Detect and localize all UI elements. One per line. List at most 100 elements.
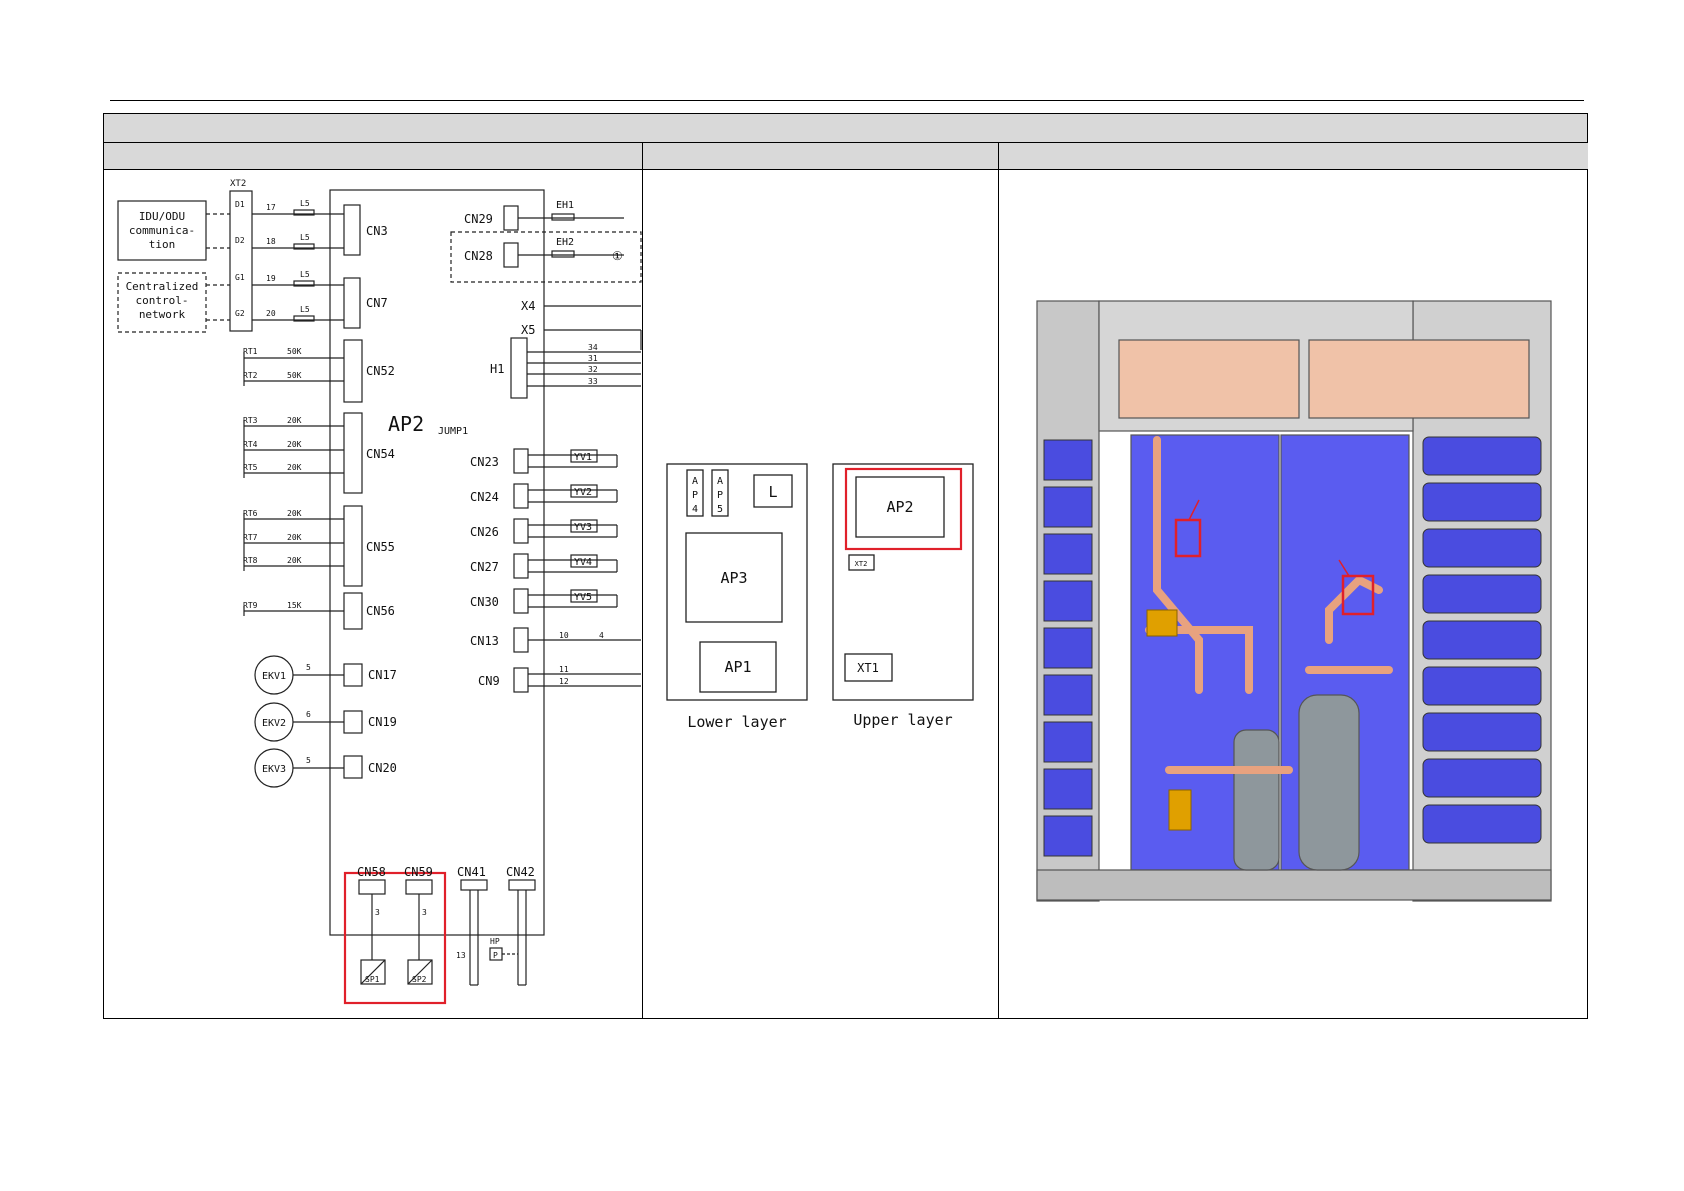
cn13-wire: 4 — [599, 631, 604, 640]
ap4-char: A — [692, 476, 698, 487]
wire-19: 19 — [266, 274, 276, 283]
lower-layer-caption: Lower layer — [687, 713, 786, 731]
central-line2: control- — [136, 294, 189, 307]
cn20-connector — [343, 755, 363, 779]
sensor-value: 20K — [287, 440, 302, 449]
cn56-label: CN56 — [366, 604, 395, 618]
column-header-photo — [999, 143, 1588, 170]
choke-label: L5 — [300, 199, 310, 208]
ap2-layout-label: AP2 — [886, 498, 913, 516]
cn59-label: CN59 — [404, 865, 433, 879]
h1-wire: 32 — [588, 365, 598, 374]
brass-valve — [1146, 609, 1178, 637]
yv3-label: YV3 — [574, 522, 592, 533]
p-label: P — [493, 951, 498, 960]
sp2-label: SP2 — [412, 975, 427, 984]
ap4-char: P — [692, 490, 698, 501]
xt2-term-g2: G2 — [235, 309, 245, 318]
ekv-wire: 5 — [306, 756, 311, 765]
wire-20: 20 — [266, 309, 276, 318]
cn54-label: CN54 — [366, 447, 395, 461]
upper-layer-caption: Upper layer — [853, 711, 952, 729]
fan-housing-right — [1308, 339, 1530, 419]
central-line3: network — [139, 308, 186, 321]
fan-housing-left — [1118, 339, 1300, 419]
ap1-label: AP1 — [724, 658, 751, 676]
wire-13: 13 — [456, 951, 466, 960]
cn24-label: CN24 — [470, 490, 499, 504]
sensor-rt1: RT1 — [243, 347, 258, 356]
outdoor-unit-illustration — [1036, 300, 1552, 902]
base-frame — [1036, 869, 1552, 901]
cn13-connector — [513, 627, 529, 653]
table-title-bar — [104, 114, 1587, 143]
diagram-table: XT2 IDU/ODU communica- tion Centralized … — [103, 113, 1588, 1019]
choke-label: L5 — [300, 305, 310, 314]
ap5-char: 5 — [717, 504, 723, 515]
cn13-wire: 10 — [559, 631, 569, 640]
yv1-label: YV1 — [574, 452, 592, 463]
idu-odu-line2: communica- — [129, 224, 195, 237]
cn19-connector — [343, 710, 363, 734]
wire-3: 3 — [375, 908, 380, 917]
h1-wire: 33 — [588, 377, 598, 386]
cn20-label: CN20 — [368, 761, 397, 775]
cn9-connector — [513, 667, 529, 693]
x4-label: X4 — [521, 299, 535, 313]
ekv1-label: EKV1 — [262, 671, 286, 682]
column-header-layout — [642, 143, 999, 170]
cn29-connector — [503, 205, 519, 231]
idu-odu-line3: tion — [149, 238, 176, 251]
xt2-term-g1: G1 — [235, 273, 245, 282]
cn7-connector — [343, 277, 361, 329]
cn3-connector — [343, 204, 361, 256]
xt2-label: XT2 — [230, 179, 246, 189]
sensor-rt5: RT5 — [243, 463, 258, 472]
h1-label: H1 — [490, 362, 504, 376]
cn41-label: CN41 — [457, 865, 486, 879]
cn58-label: CN58 — [357, 865, 386, 879]
sensor-rt4: RT4 — [243, 440, 258, 449]
h1-wire: 34 — [588, 343, 598, 352]
xt2-term-d2: D2 — [235, 236, 245, 245]
wiring-diagram: XT2 IDU/ODU communica- tion Centralized … — [117, 179, 642, 1005]
cn54-connector — [343, 412, 363, 494]
cn9-wire: 12 — [559, 677, 569, 686]
sensor-value: 20K — [287, 509, 302, 518]
oil-separator — [1233, 729, 1280, 871]
cn19-label: CN19 — [368, 715, 397, 729]
top-rule — [110, 100, 1584, 101]
cn27-label: CN27 — [470, 560, 499, 574]
choke-label: L5 — [300, 270, 310, 279]
cn30-label: CN30 — [470, 595, 499, 609]
hp-label: HP — [490, 937, 500, 946]
cn52-connector — [343, 339, 363, 403]
cn28-connector — [503, 242, 519, 268]
cn17-connector — [343, 663, 363, 687]
cn9-wire: 11 — [559, 665, 569, 674]
cn13-label: CN13 — [470, 634, 499, 648]
idu-odu-line1: IDU/ODU — [139, 210, 185, 223]
ekv-wire: 5 — [306, 663, 311, 672]
sensor-value: 15K — [287, 601, 302, 610]
cn9-label: CN9 — [478, 674, 500, 688]
h1-connector — [510, 337, 528, 399]
cn28-label: CN28 — [464, 249, 493, 263]
sensor-rt6: RT6 — [243, 509, 258, 518]
brass-valve — [1168, 789, 1192, 831]
board-layout-panel: A P 4 A P 5 L AP3 AP1 AP2 XT2 XT1 Lower … — [666, 463, 974, 731]
cn23-label: CN23 — [470, 455, 499, 469]
l-label: L — [768, 483, 777, 501]
cn17-label: CN17 — [368, 668, 397, 682]
sensor-rt2: RT2 — [243, 371, 258, 380]
sensor-rt7: RT7 — [243, 533, 258, 542]
column-header-wiring — [104, 143, 642, 170]
eh1-label: EH1 — [556, 200, 574, 211]
jump1-label: JUMP1 — [438, 426, 468, 437]
ekv2-label: EKV2 — [262, 718, 286, 729]
cn3-label: CN3 — [366, 224, 388, 238]
wire-17: 17 — [266, 203, 276, 212]
cn55-label: CN55 — [366, 540, 395, 554]
eh2-label: EH2 — [556, 237, 574, 248]
note-mark: ① — [612, 249, 623, 263]
